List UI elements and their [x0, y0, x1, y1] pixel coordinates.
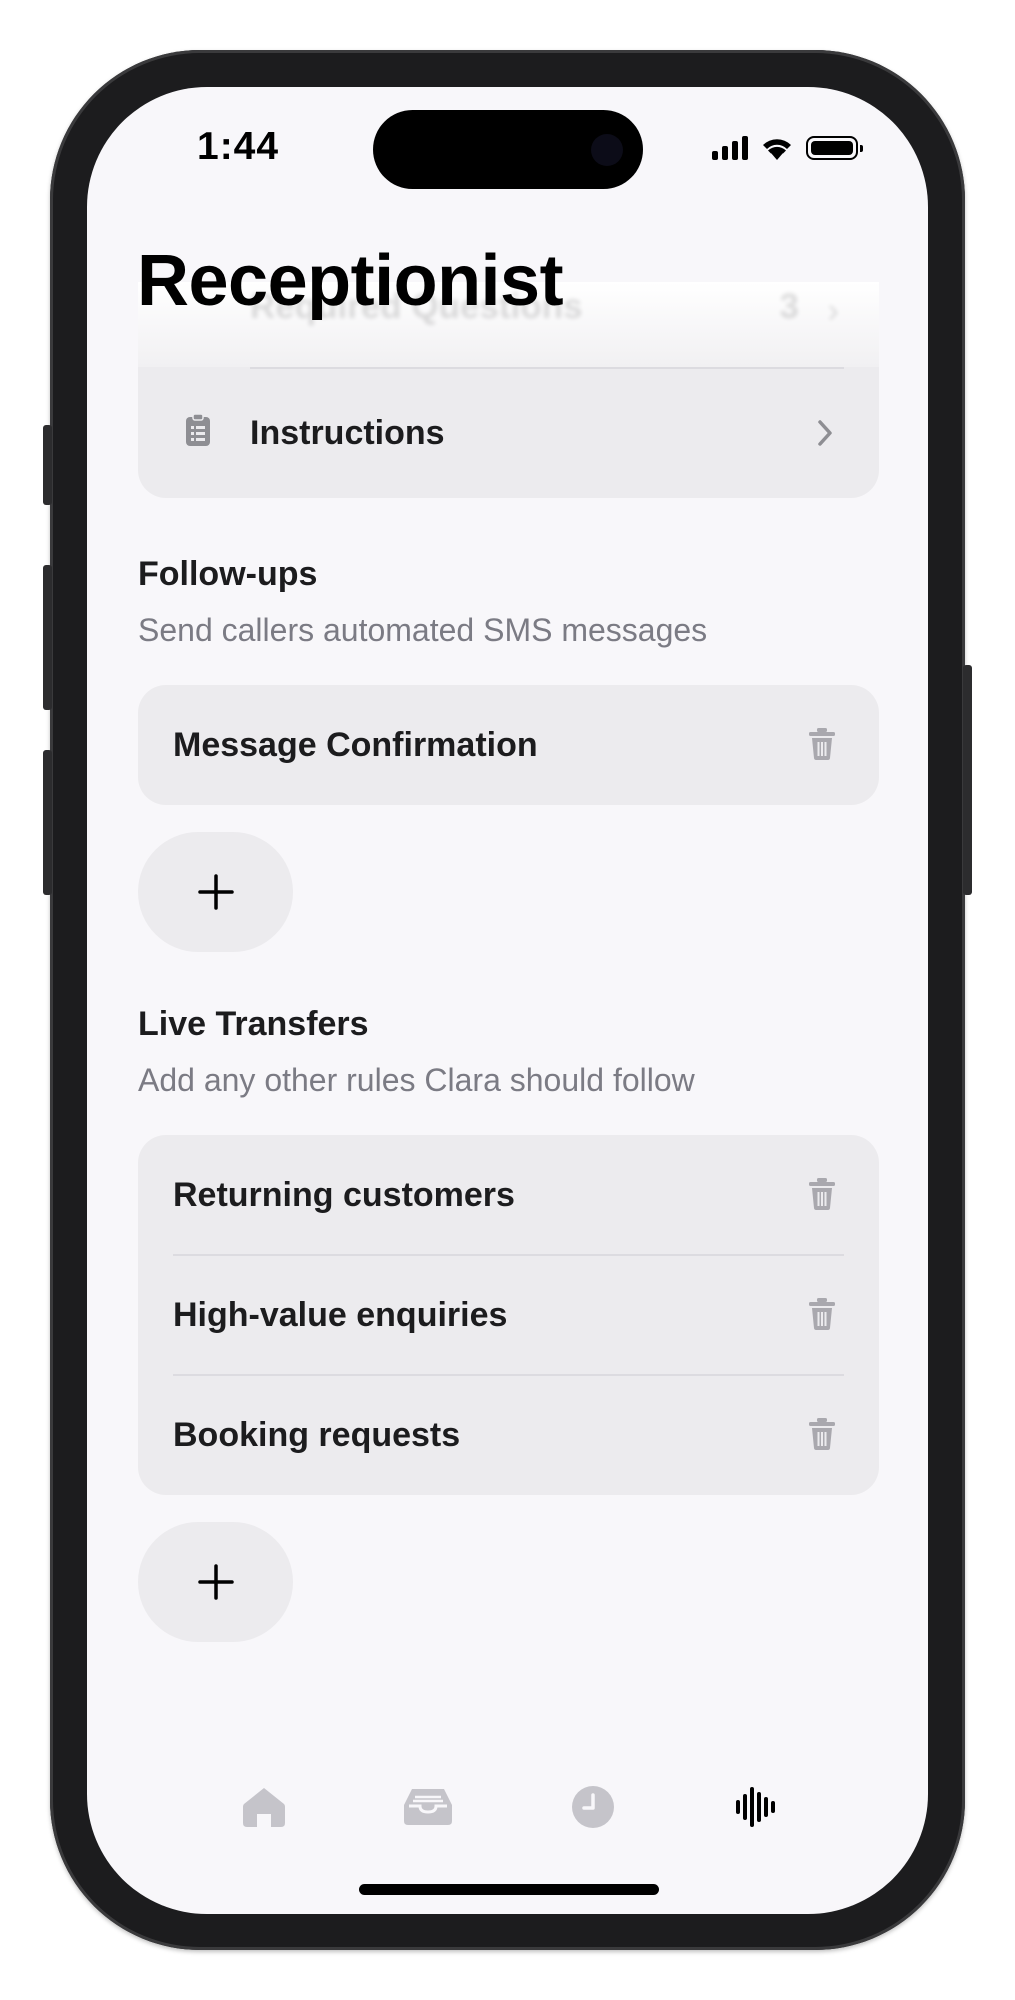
transfer-label: Booking requests	[173, 1415, 461, 1454]
inbox-tray-icon	[404, 1789, 452, 1825]
clock-icon	[572, 1786, 614, 1828]
front-camera	[591, 134, 623, 166]
live-transfers-title: Live Transfers	[138, 1005, 369, 1043]
cellular-signal-icon	[712, 136, 748, 160]
plus-icon	[197, 1564, 234, 1600]
transfer-label: High-value enquiries	[173, 1295, 508, 1334]
wifi-icon	[763, 139, 791, 160]
battery-icon	[806, 136, 863, 160]
trash-icon[interactable]	[808, 727, 836, 761]
status-icons	[712, 135, 863, 161]
required-questions-count: 3	[779, 287, 799, 326]
live-transfers-card: Returning customers High-value enquiries	[138, 1135, 879, 1495]
chevron-right-icon: ›	[827, 291, 839, 330]
instructions-label: Instructions	[250, 413, 445, 452]
follow-ups-subtitle: Send callers automated SMS messages	[138, 612, 708, 648]
follow-up-label: Message Confirmation	[173, 725, 538, 764]
house-icon	[243, 1788, 285, 1827]
tab-inbox[interactable]	[398, 1777, 458, 1837]
list-item[interactable]: Booking requests	[138, 1375, 879, 1495]
tab-home[interactable]	[234, 1777, 294, 1837]
page-title: Receptionist	[137, 241, 564, 321]
instructions-row[interactable]: Instructions	[138, 373, 879, 493]
add-live-transfer-button[interactable]	[138, 1522, 293, 1642]
list-item[interactable]: Returning customers	[138, 1135, 879, 1255]
home-indicator[interactable]	[359, 1884, 659, 1895]
add-follow-up-button[interactable]	[138, 832, 293, 952]
trash-icon[interactable]	[808, 1177, 836, 1211]
waveform-icon	[736, 1787, 775, 1827]
action-button	[43, 425, 52, 505]
list-item[interactable]: Message Confirmation	[138, 685, 879, 805]
tab-receptionist[interactable]	[727, 1777, 787, 1837]
dynamic-island	[373, 110, 643, 189]
volume-down-button	[43, 750, 52, 895]
volume-up-button	[43, 565, 52, 710]
trash-icon[interactable]	[808, 1417, 836, 1451]
live-transfers-subtitle: Add any other rules Clara should follow	[138, 1062, 695, 1098]
list-item[interactable]: High-value enquiries	[138, 1255, 879, 1375]
clipboard-list-icon	[186, 413, 210, 446]
follow-ups-title: Follow-ups	[138, 555, 318, 593]
trash-icon[interactable]	[808, 1297, 836, 1331]
screen: 1:44 Required Questions 3 › Receptionist	[87, 87, 928, 1914]
side-button	[963, 665, 972, 895]
row-divider	[250, 367, 844, 369]
plus-icon	[197, 874, 234, 910]
follow-ups-card: Message Confirmation	[138, 685, 879, 805]
status-time: 1:44	[197, 125, 280, 168]
chevron-right-icon	[818, 420, 832, 446]
transfer-label: Returning customers	[173, 1175, 515, 1214]
tab-bar	[87, 1777, 928, 1857]
previous-section-card: Instructions	[138, 367, 879, 498]
tab-history[interactable]	[563, 1777, 623, 1837]
